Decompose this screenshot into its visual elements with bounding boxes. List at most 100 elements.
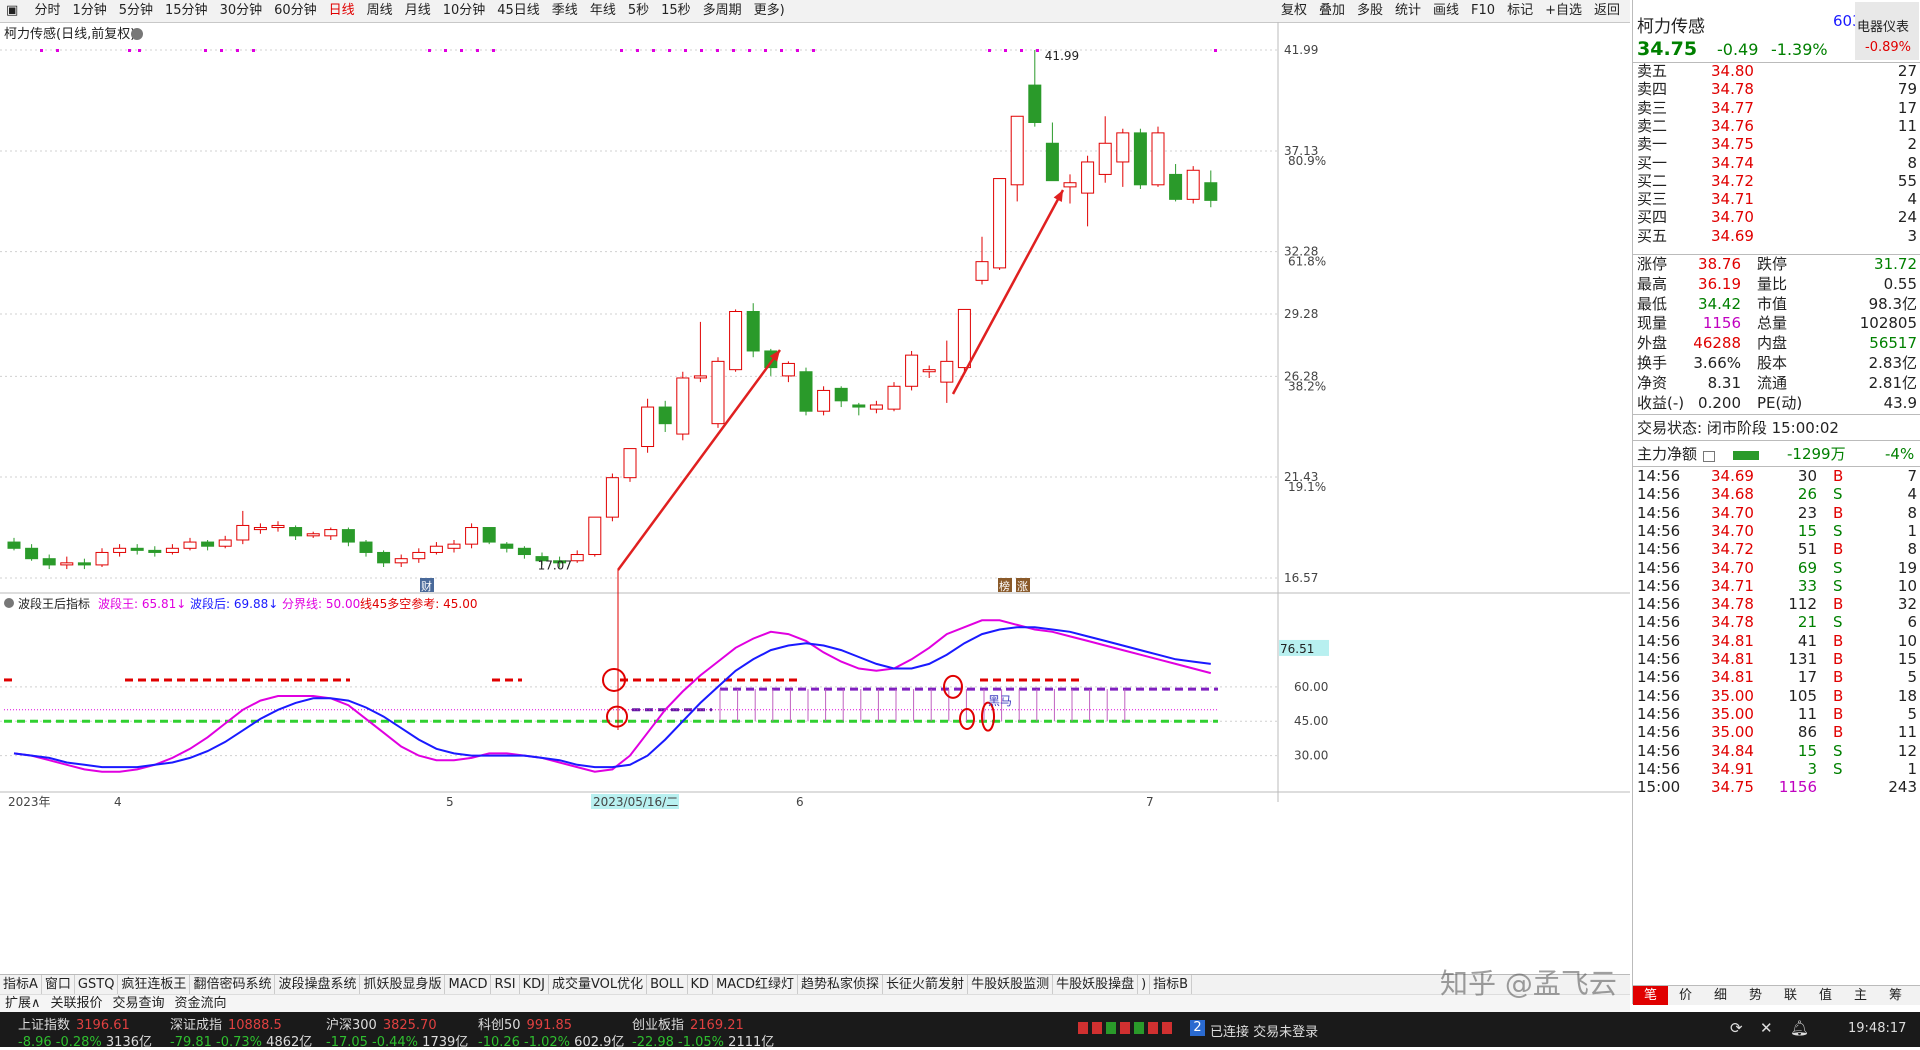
- indicator-tab-8[interactable]: RSI: [491, 975, 520, 995]
- period-tab-2[interactable]: 5分钟: [113, 0, 159, 22]
- indicator-tab-7[interactable]: MACD: [445, 975, 492, 995]
- period-tab-11[interactable]: 季线: [546, 0, 584, 22]
- candle-body[interactable]: [500, 543, 514, 549]
- toolbar-btn-2[interactable]: 多股: [1351, 0, 1389, 22]
- candle-body[interactable]: [852, 404, 866, 408]
- candle-body[interactable]: [957, 308, 971, 369]
- indicator-tab-9[interactable]: KDJ: [520, 975, 549, 995]
- period-tab-6[interactable]: 日线: [323, 0, 361, 22]
- indicator-tab-4[interactable]: 翻倍密码系统: [190, 975, 276, 995]
- candle-body[interactable]: [25, 547, 39, 560]
- candle-body[interactable]: [887, 385, 901, 410]
- buy-row[interactable]: 买五 34.69 3: [1637, 227, 1917, 245]
- candle-body[interactable]: [623, 448, 637, 479]
- candle-body[interactable]: [922, 369, 936, 373]
- indicator-tab-10[interactable]: 成交量VOL优化: [549, 975, 648, 995]
- refresh-icon[interactable]: ⟳: [1730, 1019, 1743, 1037]
- ext-tab-3[interactable]: 资金流向: [170, 995, 232, 1013]
- candle-body[interactable]: [1204, 182, 1218, 201]
- ext-tab-2[interactable]: 交易查询: [108, 995, 170, 1013]
- indicator-tab-11[interactable]: BOLL: [647, 975, 688, 995]
- candle-body[interactable]: [817, 389, 831, 412]
- candle-body[interactable]: [271, 524, 285, 529]
- candle-body[interactable]: [412, 551, 426, 560]
- candle-body[interactable]: [165, 547, 179, 553]
- candle-body[interactable]: [676, 377, 690, 435]
- candle-body[interactable]: [1116, 132, 1130, 163]
- indicator-tab-17[interactable]: 牛股妖股操盘: [1053, 975, 1139, 995]
- buy-row[interactable]: 买三 34.71 4: [1637, 190, 1917, 208]
- toolbar-btn-4[interactable]: 画线: [1427, 0, 1465, 22]
- candle-body[interactable]: [1151, 132, 1165, 186]
- candle-body[interactable]: [253, 527, 267, 531]
- candle-body[interactable]: [359, 541, 373, 553]
- candle-body[interactable]: [940, 360, 954, 383]
- indicator-tab-14[interactable]: 趋势私家侦探: [798, 975, 884, 995]
- kline-chart-svg[interactable]: 柯力传感(日线,前复权)41.9937.1332.2829.2826.2821.…: [0, 22, 1630, 974]
- quote-tab-4[interactable]: 联: [1773, 986, 1808, 1005]
- candle-body[interactable]: [113, 547, 127, 553]
- candle-body[interactable]: [1098, 142, 1112, 175]
- candle-body[interactable]: [605, 477, 619, 518]
- toolbar-btn-0[interactable]: 复权: [1275, 0, 1313, 22]
- indicator-settings-icon[interactable]: [4, 598, 14, 608]
- connection-count[interactable]: 2: [1190, 1020, 1205, 1036]
- buy-row[interactable]: 买二 34.72 55: [1637, 172, 1917, 190]
- candle-body[interactable]: [60, 562, 74, 566]
- candle-body[interactable]: [7, 541, 21, 549]
- sell-row[interactable]: 卖四 34.78 79: [1637, 80, 1917, 98]
- index-item[interactable]: 上证指数 3196.61 -8.96 -0.28% 3136亿: [18, 1014, 152, 1050]
- candle-body[interactable]: [746, 311, 760, 352]
- buy-row[interactable]: 买四 34.70 24: [1637, 208, 1917, 226]
- candle-body[interactable]: [869, 404, 883, 410]
- candle-body[interactable]: [781, 362, 795, 377]
- indicator-tab-16[interactable]: 牛股妖股监测: [968, 975, 1054, 995]
- candle-body[interactable]: [993, 178, 1007, 269]
- period-tab-14[interactable]: 15秒: [655, 0, 697, 22]
- candle-body[interactable]: [465, 527, 479, 545]
- period-tab-0[interactable]: 分时: [28, 0, 66, 22]
- candle-body[interactable]: [570, 554, 584, 562]
- indicator-tab-0[interactable]: 指标A: [0, 975, 42, 995]
- period-tab-1[interactable]: 1分钟: [66, 0, 112, 22]
- candle-body[interactable]: [1028, 84, 1042, 123]
- candle-body[interactable]: [1133, 132, 1147, 186]
- candle-body[interactable]: [517, 547, 531, 556]
- toolbar-btn-6[interactable]: 标记: [1501, 0, 1539, 22]
- candle-body[interactable]: [324, 529, 338, 537]
- candle-body[interactable]: [799, 371, 813, 412]
- candle-body[interactable]: [130, 547, 144, 551]
- indicator-tab-1[interactable]: 窗口: [42, 975, 75, 995]
- candle-body[interactable]: [394, 558, 408, 564]
- period-tab-3[interactable]: 15分钟: [159, 0, 214, 22]
- candle-body[interactable]: [1169, 173, 1183, 200]
- candle-body[interactable]: [834, 387, 848, 402]
- ext-tab-1[interactable]: 关联报价: [46, 995, 108, 1013]
- period-tab-16[interactable]: 更多): [748, 0, 791, 22]
- candle-body[interactable]: [306, 533, 320, 537]
- connection-status[interactable]: 已连接 交易未登录: [1210, 1021, 1318, 1040]
- indicator-tab-15[interactable]: 长征火箭发射: [883, 975, 969, 995]
- period-tab-9[interactable]: 10分钟: [437, 0, 492, 22]
- quote-tab-7[interactable]: 筹: [1878, 986, 1913, 1005]
- sell-row[interactable]: 卖五 34.80 27: [1637, 62, 1917, 80]
- sell-row[interactable]: 卖三 34.77 17: [1637, 99, 1917, 117]
- candle-body[interactable]: [377, 551, 391, 564]
- candle-body[interactable]: [729, 311, 743, 371]
- period-tab-4[interactable]: 30分钟: [214, 0, 269, 22]
- indicator-tab-6[interactable]: 抓妖股显身版: [360, 975, 446, 995]
- quote-tab-6[interactable]: 主: [1843, 986, 1878, 1005]
- candle-body[interactable]: [1063, 182, 1077, 188]
- candle-body[interactable]: [183, 541, 197, 549]
- candle-body[interactable]: [42, 558, 56, 566]
- toolbar-btn-1[interactable]: 叠加: [1313, 0, 1351, 22]
- sector-badge[interactable]: 电器仪表: [1857, 16, 1909, 35]
- candle-body[interactable]: [447, 543, 461, 549]
- indicator-tab-3[interactable]: 疯狂连板王: [118, 975, 191, 995]
- toolbar-btn-5[interactable]: F10: [1465, 0, 1501, 22]
- candle-body[interactable]: [1081, 161, 1095, 194]
- period-tab-13[interactable]: 5秒: [622, 0, 655, 22]
- settings-icon[interactable]: [131, 28, 143, 40]
- toolbar-btn-3[interactable]: 统计: [1389, 0, 1427, 22]
- buy-row[interactable]: 买一 34.74 8: [1637, 154, 1917, 172]
